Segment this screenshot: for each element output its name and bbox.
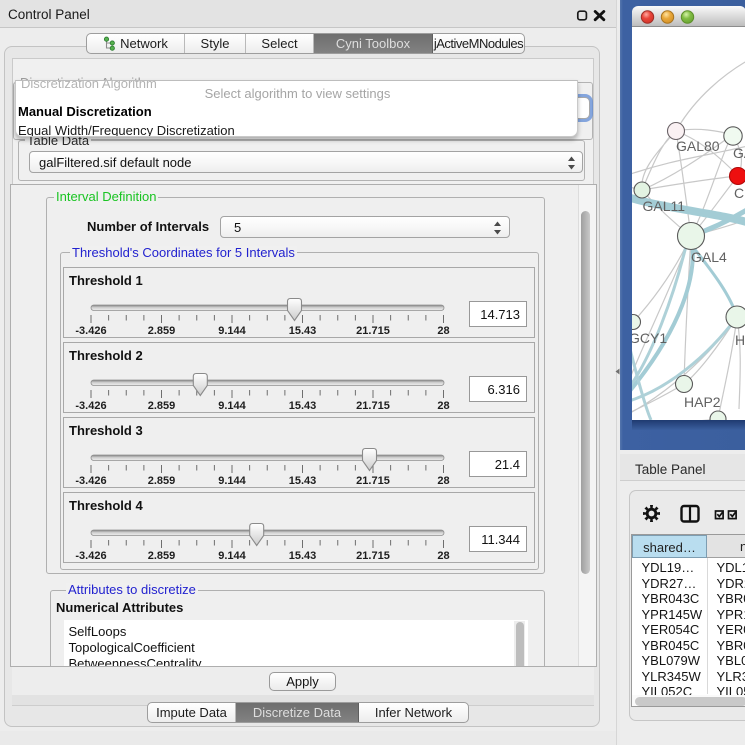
svg-text:GAL4: GAL4: [691, 249, 727, 265]
svg-text:GAL11: GAL11: [642, 198, 685, 214]
svg-text:H: H: [735, 332, 745, 348]
svg-text:HAP2: HAP2: [684, 394, 721, 410]
svg-text:C: C: [734, 185, 744, 201]
svg-text:GAL80: GAL80: [676, 138, 720, 154]
svg-text:GA: GA: [733, 145, 745, 161]
svg-text:GCY1: GCY1: [632, 330, 667, 346]
